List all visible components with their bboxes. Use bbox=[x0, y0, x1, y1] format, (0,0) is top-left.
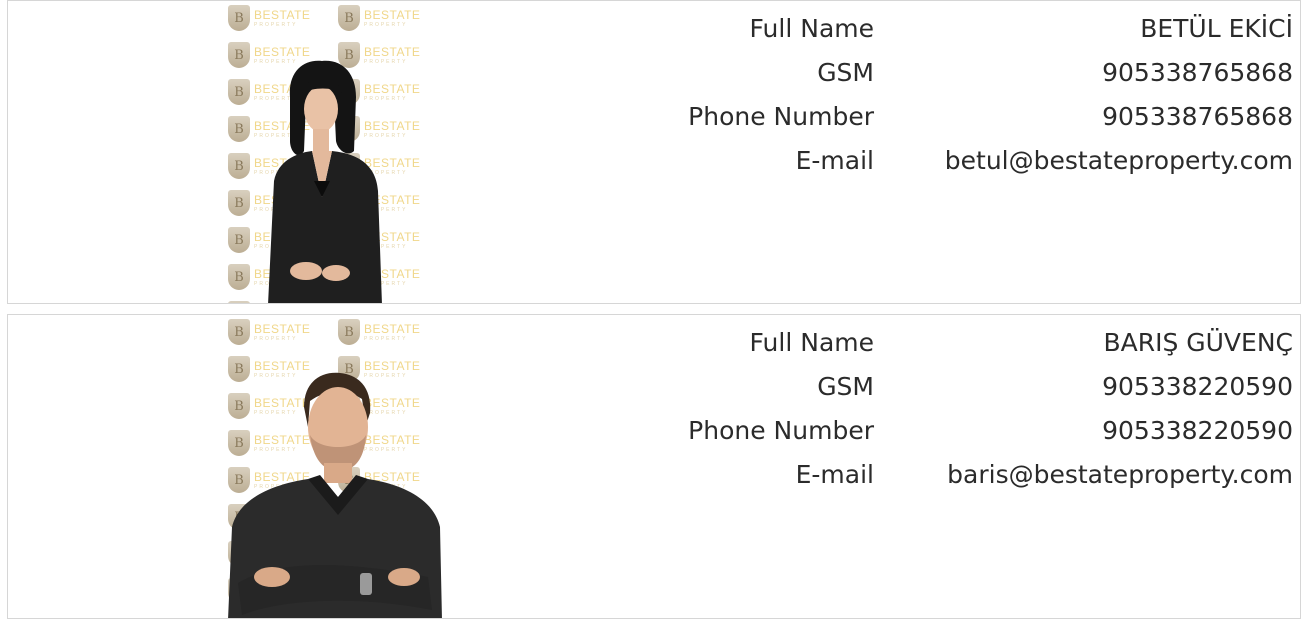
field-values: BARIŞ GÜVENÇ 905338220590 905338220590 b… bbox=[947, 321, 1293, 497]
agent-portrait bbox=[228, 372, 442, 618]
value-email[interactable]: betul@bestateproperty.com bbox=[945, 139, 1293, 183]
field-labels: Full Name GSM Phone Number E-mail bbox=[688, 321, 874, 497]
value-full-name: BETÜL EKİCİ bbox=[1140, 14, 1293, 43]
agent-portrait bbox=[268, 60, 382, 303]
agent-card: B BESTATE PROPERTY B BESTATE PROPERTY B BESTATE… bbox=[7, 314, 1301, 619]
value-gsm[interactable]: 905338765868 bbox=[945, 51, 1293, 95]
label-full-name: Full Name bbox=[749, 328, 874, 357]
label-full-name: Full Name bbox=[749, 14, 874, 43]
agent-photo: B BESTATE PROPERTY B BESTATE PROPERTY B BESTATE… bbox=[228, 315, 450, 618]
label-gsm: GSM bbox=[817, 58, 874, 87]
value-gsm[interactable]: 905338220590 bbox=[947, 365, 1293, 409]
value-email[interactable]: baris@bestateproperty.com bbox=[947, 453, 1293, 497]
field-labels: Full Name GSM Phone Number E-mail bbox=[688, 7, 874, 183]
value-full-name: BARIŞ GÜVENÇ bbox=[1103, 328, 1293, 357]
value-phone-number[interactable]: 905338220590 bbox=[947, 409, 1293, 453]
label-email: E-mail bbox=[795, 460, 874, 489]
label-email: E-mail bbox=[795, 146, 874, 175]
label-phone-number: Phone Number bbox=[688, 102, 874, 131]
agent-card: B BESTATE PROPERTY B BESTATE PROPERTY B BESTATE… bbox=[7, 0, 1301, 304]
value-phone-number[interactable]: 905338765868 bbox=[945, 95, 1293, 139]
label-gsm: GSM bbox=[817, 372, 874, 401]
label-phone-number: Phone Number bbox=[688, 416, 874, 445]
agent-photo: B BESTATE PROPERTY B BESTATE PROPERTY B BESTATE… bbox=[228, 1, 450, 303]
field-values: BETÜL EKİCİ 905338765868 905338765868 be… bbox=[945, 7, 1293, 183]
